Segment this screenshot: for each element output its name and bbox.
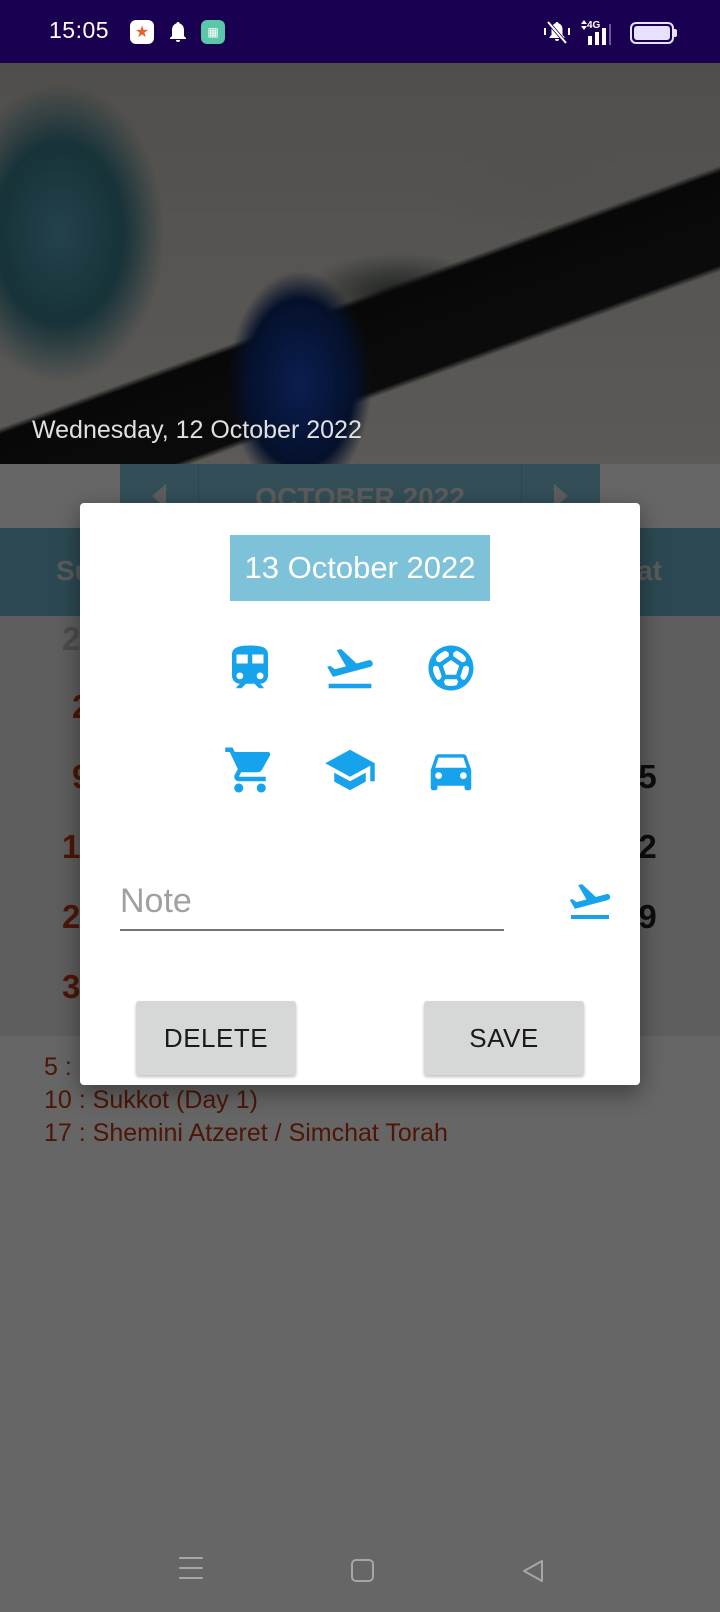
category-train-button[interactable] <box>223 641 277 695</box>
category-sports-button[interactable] <box>424 641 478 695</box>
sim-app-icon: ▦ <box>201 20 225 44</box>
train-icon <box>232 645 268 689</box>
save-button[interactable]: SAVE <box>424 1001 584 1075</box>
status-bar: 15:05 ★ ▦ 4G <box>0 0 720 63</box>
selected-category <box>566 877 614 925</box>
soccer-ball-icon <box>428 645 474 691</box>
car-icon <box>430 754 472 791</box>
category-car-button[interactable] <box>424 743 478 797</box>
category-flight-button[interactable] <box>323 641 377 695</box>
current-date-label: Wednesday, 12 October 2022 <box>32 416 362 444</box>
back-icon[interactable] <box>520 1558 546 1584</box>
svg-text:4G: 4G <box>587 20 601 31</box>
flight-takeoff-icon <box>569 884 611 919</box>
graduation-cap-icon <box>325 749 375 791</box>
signal-icon: 4G <box>581 20 611 45</box>
notification-bell-icon <box>170 22 186 42</box>
home-icon[interactable] <box>351 1559 374 1582</box>
photos-star-icon: ★ <box>130 20 154 44</box>
event-dialog: 13 October 2022 DELETE SAVE <box>80 503 640 1085</box>
dialog-date-label: 13 October 2022 <box>230 535 490 601</box>
delete-button[interactable]: DELETE <box>136 1001 296 1075</box>
battery-icon <box>630 22 677 44</box>
category-school-button[interactable] <box>323 743 377 797</box>
recents-menu-icon[interactable] <box>179 1557 203 1581</box>
shopping-cart-icon <box>225 747 271 793</box>
note-input[interactable] <box>120 879 504 931</box>
flight-takeoff-icon <box>327 649 373 689</box>
system-navigation-bar <box>0 1530 720 1612</box>
category-shopping-button[interactable] <box>223 743 277 797</box>
status-time: 15:05 <box>49 17 110 43</box>
mute-icon <box>544 20 570 45</box>
